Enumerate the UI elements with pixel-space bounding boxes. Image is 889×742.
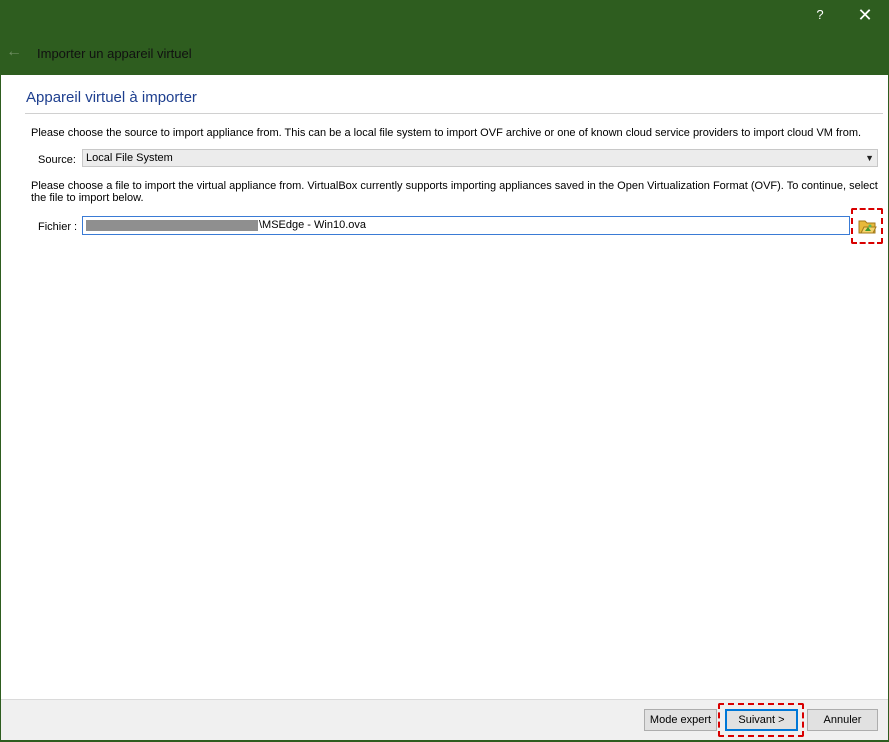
close-button[interactable]: ✕ (847, 0, 883, 30)
source-select-value: Local File System (86, 152, 173, 164)
expert-mode-button[interactable]: Mode expert (644, 709, 717, 731)
file-path-input[interactable]: \MSEdge - Win10.ova (82, 216, 850, 235)
file-label: Fichier : (38, 221, 78, 233)
cancel-button[interactable]: Annuler (807, 709, 878, 731)
page-title: Appareil virtuel à importer (26, 89, 197, 106)
import-appliance-window: ? ✕ ← Importer un appareil virtuel Appar… (0, 0, 889, 742)
back-arrow-icon[interactable]: ← (6, 43, 24, 61)
chevron-down-icon: ▼ (865, 153, 874, 163)
source-label: Source: (38, 154, 76, 166)
redacted-path (86, 219, 258, 231)
wizard-page: Appareil virtuel à importer Please choos… (1, 75, 888, 699)
highlight-browse-button (851, 208, 883, 244)
help-button[interactable]: ? (802, 0, 838, 30)
highlight-next-button (718, 703, 804, 737)
title-bar: ? ✕ ← Importer un appareil virtuel (0, 0, 889, 75)
source-select[interactable]: Local File System ▼ (82, 149, 878, 167)
heading-divider (25, 113, 883, 114)
window-title: Importer un appareil virtuel (37, 46, 192, 61)
file-path-value: \MSEdge - Win10.ova (259, 219, 366, 231)
file-description: Please choose a file to import the virtu… (31, 180, 878, 204)
source-description: Please choose the source to import appli… (31, 127, 862, 139)
